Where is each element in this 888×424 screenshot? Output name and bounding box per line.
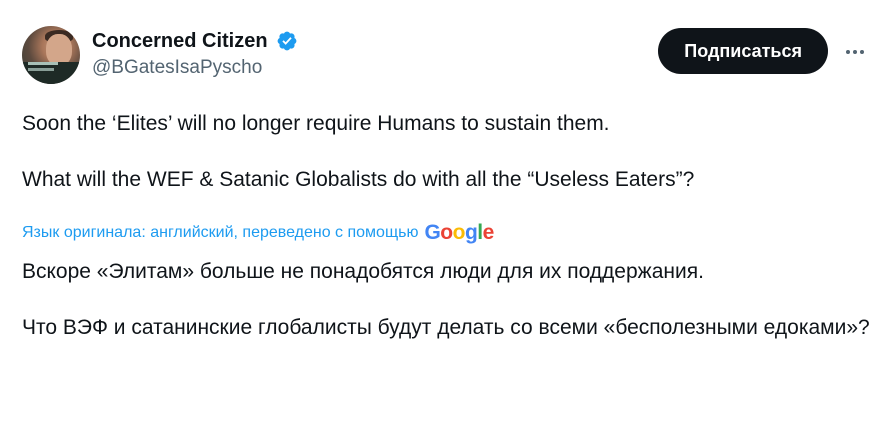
tweet-paragraph: What will the WEF & Satanic Globalists d… — [22, 168, 695, 191]
avatar-caption-line — [28, 62, 58, 65]
tweet-header: Concerned Citizen @BGatesIsaPyscho Подпи… — [22, 26, 868, 84]
avatar[interactable] — [22, 26, 80, 84]
google-logo: Google — [424, 221, 494, 244]
translated-paragraph: Что ВЭФ и сатанинские глобалисты будут д… — [22, 316, 870, 339]
tweet-text: Soon the ‘Elites’ will no longer require… — [22, 110, 872, 194]
author-info: Concerned Citizen @BGatesIsaPyscho — [92, 28, 298, 81]
avatar-shirt — [22, 62, 80, 84]
user-handle[interactable]: @BGatesIsaPyscho — [92, 55, 298, 81]
avatar-caption-line — [28, 68, 54, 71]
translated-paragraph: Вскоре «Элитам» больше не понадобятся лю… — [22, 260, 704, 283]
translation-attribution[interactable]: Язык оригинала: английский, переведено с… — [22, 219, 494, 247]
tweet-card: Concerned Citizen @BGatesIsaPyscho Подпи… — [0, 0, 888, 424]
ellipsis-icon — [845, 42, 865, 60]
verified-badge-icon — [276, 30, 298, 52]
more-options-button[interactable] — [842, 38, 868, 64]
follow-button[interactable]: Подписаться — [658, 28, 828, 74]
display-name[interactable]: Concerned Citizen — [92, 28, 268, 54]
translation-label[interactable]: Язык оригинала: английский, переведено с… — [22, 224, 418, 242]
tweet-paragraph: Soon the ‘Elites’ will no longer require… — [22, 112, 610, 135]
translated-text: Вскоре «Элитам» больше не понадобятся лю… — [22, 258, 872, 342]
